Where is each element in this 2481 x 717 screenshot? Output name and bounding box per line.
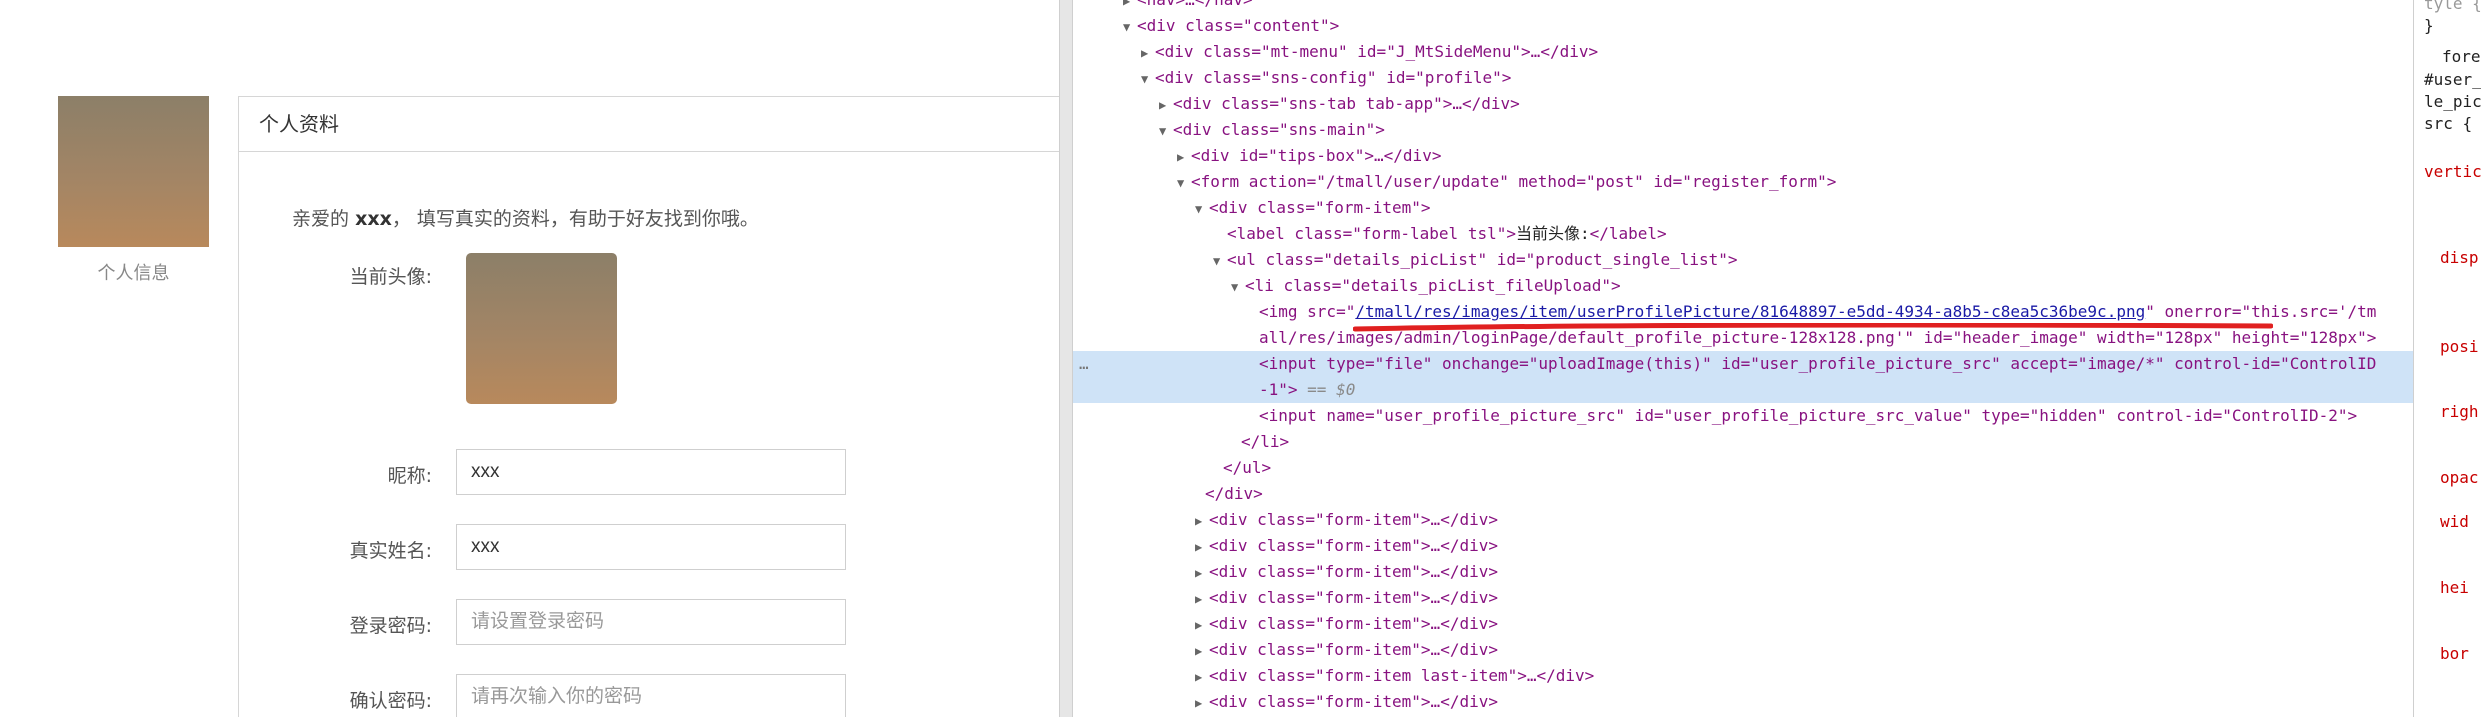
realname-input[interactable] [456,524,846,570]
nickname-label: 昵称: [387,465,432,487]
style-property[interactable]: vertic [2424,160,2481,184]
style-property[interactable]: righ [2440,400,2479,424]
devtools-styles-pane: tyle { } fore #user_ le_pic src { vertic… [2413,0,2481,717]
expand-arrow-icon[interactable]: ▶ [1177,144,1191,170]
tree-node-sns-tab[interactable]: ▶ <div class="sns-tab tab-app">…</div> [1073,91,2413,117]
devtools-elements-tree: ▶<nav>…</nav> ▼<div class="content"> ▶<d… [1073,0,2413,717]
more-options-icon[interactable]: … [1079,351,1090,377]
collapse-arrow-icon[interactable]: ▼ [1195,196,1209,222]
current-avatar-image[interactable] [466,253,617,404]
pane-splitter-handle[interactable] [1059,0,1073,717]
collapse-arrow-icon[interactable]: ▼ [1141,66,1155,92]
style-property[interactable]: bor [2440,642,2469,666]
collapse-arrow-icon[interactable]: ▼ [1123,14,1137,40]
expand-arrow-icon[interactable]: ▶ [1195,560,1209,586]
tree-node-form-item[interactable]: ▶ <div class="form-item">…</div> [1073,611,2413,637]
greeting-suffix: ， 填写真实的资料，有助于好友找到你哦。 [391,208,759,230]
tree-node-li[interactable]: ▼ <li class="details_picList_fileUpload"> [1073,273,2413,299]
tree-node-sns-main[interactable]: ▼ <div class="sns-main"> [1073,117,2413,143]
expand-arrow-icon[interactable]: ▶ [1195,690,1209,716]
greeting-prefix: 亲爱的 [292,208,350,230]
tree-node-mt-menu[interactable]: ▶ <div class="mt-menu" id="J_MtSideMenu">… [1073,39,2413,65]
tree-node-form-item[interactable]: ▶ <div class="form-item">…</div> [1073,559,2413,585]
greeting-name: xxx [355,208,392,230]
style-property[interactable]: hei [2440,576,2469,600]
expand-arrow-icon[interactable]: ▶ [1159,92,1173,118]
style-selector[interactable]: le_pic [2424,90,2481,114]
tree-node-nav[interactable]: ▶<nav>…</nav> [1073,0,2413,13]
style-property[interactable]: wid [2440,510,2469,534]
greeting-text: 亲爱的 xxx， 填写真实的资料，有助于好友找到你哦。 [292,204,759,231]
page-viewport: 个人信息 个人资料 亲爱的 xxx， 填写真实的资料，有助于好友找到你哦。 当前… [0,0,1059,717]
tree-node-tips-box[interactable]: ▶ <div id="tips-box">…</div> [1073,143,2413,169]
expand-arrow-icon[interactable]: ▶ [1123,0,1137,14]
tree-node-form-item-last[interactable]: ▶ <div class="form-item last-item">…</div… [1073,663,2413,689]
expand-arrow-icon[interactable]: ▶ [1195,664,1209,690]
tree-node-form-item[interactable]: ▼ <div class="form-item"> [1073,195,2413,221]
expand-arrow-icon[interactable]: ▶ [1195,508,1209,534]
nickname-input[interactable] [456,449,846,495]
sidebar-avatar-image[interactable] [58,96,209,247]
tree-node-ul[interactable]: ▼ <ul class="details_picList" id="product… [1073,247,2413,273]
style-selector[interactable]: #user_ [2424,68,2481,92]
style-line: } [2424,16,2434,35]
sidebar-caption[interactable]: 个人信息 [58,259,209,285]
tree-node-form-item[interactable]: ▶ <div class="form-item">…</div> [1073,533,2413,559]
panel-title: 个人资料 [239,97,1059,152]
red-annotation-underline [1353,323,2273,332]
tree-node-label[interactable]: <label class="form-label tsl">当前头像:</lab… [1073,221,2413,247]
password-label: 登录密码: [349,615,432,637]
img-src-link[interactable]: /tmall/res/images/item/userProfilePictur… [1355,302,2145,321]
tree-node-register-form[interactable]: ▼ <form action="/tmall/user/update" metho… [1073,169,2413,195]
style-selector[interactable]: src { [2424,112,2472,136]
realname-label: 真实姓名: [349,540,432,562]
tree-node-form-item[interactable]: ▶ <div class="form-item">…</div> [1073,585,2413,611]
tree-node-form-item[interactable]: ▶ <div class="form-item">…</div> [1073,507,2413,533]
expand-arrow-icon[interactable]: ▶ [1195,534,1209,560]
console-ref-marker: == $0 [1297,380,1356,399]
expand-arrow-icon[interactable]: ▶ [1195,586,1209,612]
tree-node-content[interactable]: ▼ <div class="content"> [1073,13,2413,39]
style-property[interactable]: opac [2440,466,2479,490]
tree-node-input-file-selected[interactable]: … <input type="file" onchange="uploadImag… [1073,351,2413,377]
collapse-arrow-icon[interactable]: ▼ [1177,170,1191,196]
style-property[interactable]: disp [2440,246,2479,270]
collapse-arrow-icon[interactable]: ▼ [1213,248,1227,274]
tree-node-ul-close[interactable]: </ul> [1073,455,2413,481]
tree-node-li-close[interactable]: </li> [1073,429,2413,455]
tree-node-input-hidden[interactable]: <input name="user_profile_picture_src" i… [1073,403,2413,429]
collapse-arrow-icon[interactable]: ▼ [1159,118,1173,144]
expand-arrow-icon[interactable]: ▶ [1195,612,1209,638]
tree-node-sns-config[interactable]: ▼ <div class="sns-config" id="profile"> [1073,65,2413,91]
confirm-password-input[interactable] [456,674,846,717]
style-line: fore [2442,47,2481,66]
expand-arrow-icon[interactable]: ▶ [1195,638,1209,664]
expand-arrow-icon[interactable]: ▶ [1141,40,1155,66]
avatar-label: 当前头像: [349,266,432,288]
password-input[interactable] [456,599,846,645]
tree-node-div-close[interactable]: </div> [1073,481,2413,507]
tree-node-form-item[interactable]: ▶ <div class="form-item">…</div> [1073,637,2413,663]
tree-node-form-item[interactable]: ▶ <div class="form-item">…</div> [1073,689,2413,715]
tree-node-img[interactable]: <img src="/tmall/res/images/item/userPro… [1073,299,2413,325]
collapse-arrow-icon[interactable]: ▼ [1231,274,1245,300]
confirm-password-label: 确认密码: [349,690,432,712]
tree-node-input-file-continued: -1"> == $0 [1073,377,2413,403]
style-property[interactable]: posi [2440,335,2479,359]
